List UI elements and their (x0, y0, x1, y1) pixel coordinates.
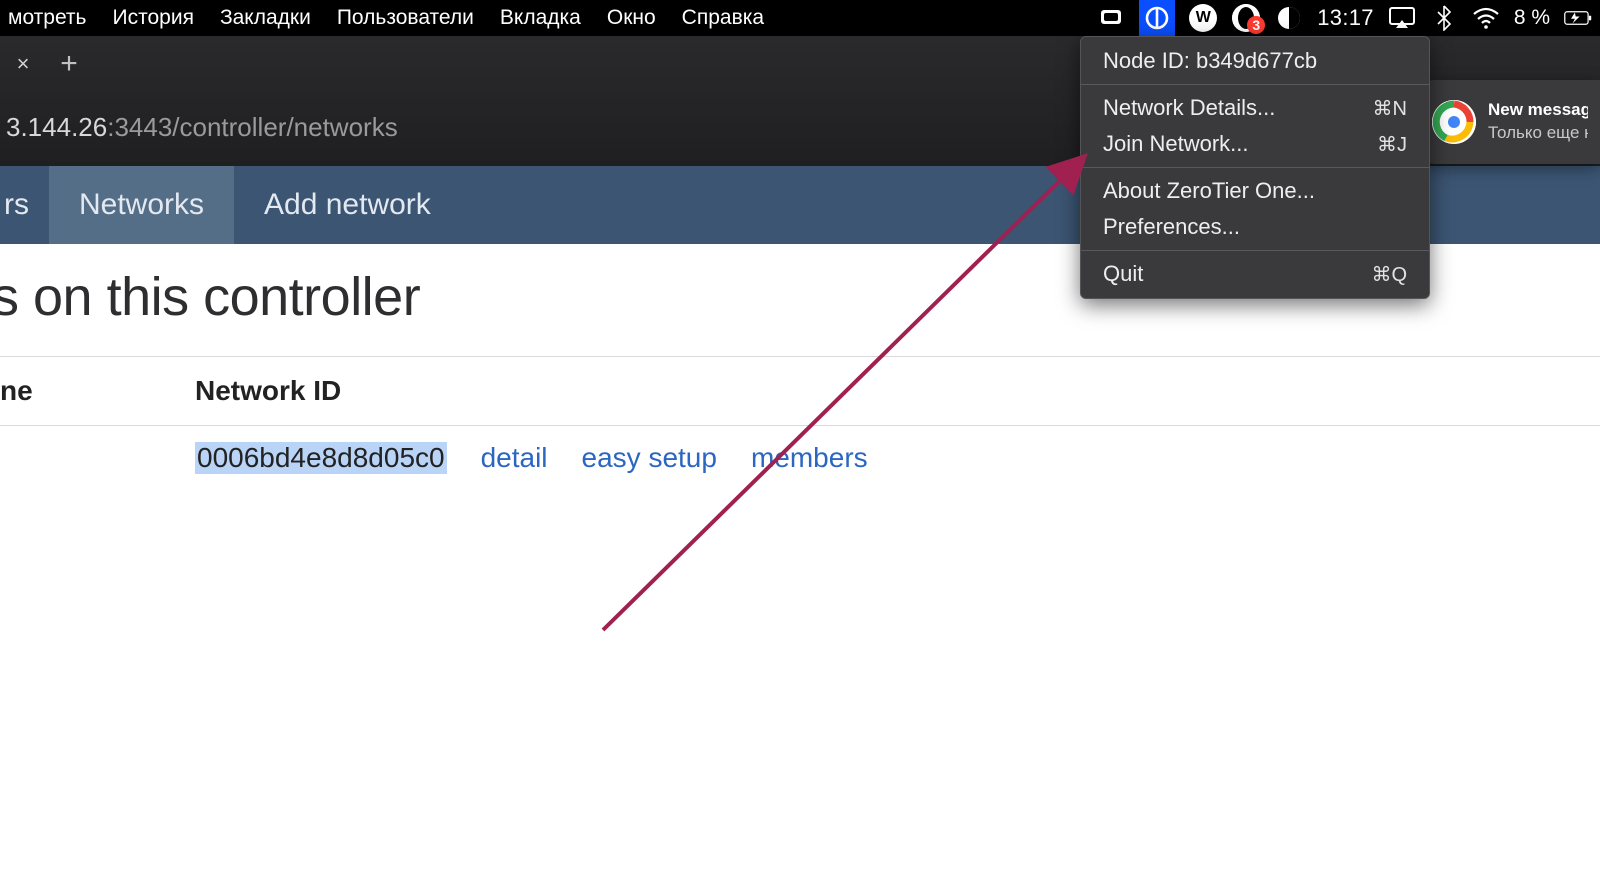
menu-view[interactable]: мотреть (8, 6, 87, 30)
menu-tab[interactable]: Вкладка (500, 6, 581, 30)
nav-tab-networks[interactable]: Networks (49, 166, 234, 244)
macos-menubar: мотреть История Закладки Пользователи Вк… (0, 0, 1600, 36)
nav-tab-add-network[interactable]: Add network (234, 166, 461, 244)
menu-quit[interactable]: Quit ⌘Q (1081, 256, 1429, 292)
menu-network-details[interactable]: Network Details... ⌘N (1081, 90, 1429, 126)
cell-network: 0006bd4e8d8d05c0 detail easy setup membe… (195, 442, 868, 474)
node-id-value: b349d677cb (1196, 48, 1317, 73)
notification-toast[interactable]: New message Только еще нуж (1420, 80, 1600, 164)
address-text: 3.144.26:3443/controller/networks (6, 112, 398, 143)
new-tab-button[interactable]: + (54, 47, 84, 81)
menu-bookmarks[interactable]: Закладки (220, 6, 311, 30)
detail-link[interactable]: detail (481, 442, 548, 474)
menu-item-shortcut: ⌘N (1373, 96, 1407, 121)
bluetooth-icon[interactable] (1430, 4, 1458, 32)
menu-item-label: Join Network... (1103, 131, 1249, 157)
table-header: ne Network ID (0, 356, 1600, 426)
menu-preferences[interactable]: Preferences... (1081, 209, 1429, 245)
airplay-icon[interactable] (1388, 4, 1416, 32)
vk-icon[interactable]: W (1189, 4, 1217, 32)
menu-join-network[interactable]: Join Network... ⌘J (1081, 126, 1429, 162)
menubar-clock[interactable]: 13:17 (1317, 5, 1374, 31)
menu-separator (1081, 84, 1429, 85)
battery-icon[interactable] (1564, 4, 1592, 32)
menu-separator (1081, 250, 1429, 251)
menu-about[interactable]: About ZeroTier One... (1081, 173, 1429, 209)
menu-people[interactable]: Пользователи (337, 6, 474, 30)
col-header-network-id: Network ID (195, 375, 341, 407)
contrast-icon[interactable] (1275, 4, 1303, 32)
members-link[interactable]: members (751, 442, 868, 474)
menu-window[interactable]: Окно (607, 6, 656, 30)
menu-item-label: Quit (1103, 261, 1143, 287)
notification-text: New message Только еще нуж (1488, 99, 1588, 145)
easy-setup-link[interactable]: easy setup (582, 442, 717, 474)
zoom-icon[interactable] (1097, 4, 1125, 32)
menu-node-id: Node ID: b349d677cb (1081, 43, 1429, 79)
col-header-name: ne (0, 375, 195, 407)
zerotier-menubar-icon[interactable] (1139, 0, 1175, 36)
wifi-icon[interactable] (1472, 4, 1500, 32)
menubar-left: мотреть История Закладки Пользователи Вк… (8, 0, 764, 36)
battery-percent: 8 % (1514, 6, 1550, 30)
menu-separator (1081, 167, 1429, 168)
address-host: 3.144.26 (6, 112, 107, 142)
menu-item-shortcut: ⌘Q (1371, 262, 1407, 287)
menu-help[interactable]: Справка (682, 6, 764, 30)
menu-item-shortcut: ⌘J (1377, 132, 1407, 157)
table-row: 0006bd4e8d8d05c0 detail easy setup membe… (0, 426, 1600, 490)
menu-history[interactable]: История (113, 6, 194, 30)
zerotier-dropdown-menu: Node ID: b349d677cb Network Details... ⌘… (1080, 36, 1430, 299)
notification-title: New message (1488, 99, 1588, 122)
opera-icon[interactable]: 3 (1231, 4, 1261, 32)
menubar-right: W 3 13:17 8 % (1097, 0, 1592, 36)
address-path: :3443/controller/networks (107, 112, 397, 142)
notification-app-icon (1432, 100, 1476, 144)
menu-item-label: About ZeroTier One... (1103, 178, 1315, 204)
notification-badge: 3 (1247, 16, 1265, 34)
network-id-value[interactable]: 0006bd4e8d8d05c0 (195, 442, 447, 474)
nav-tab-controllers[interactable]: rs (0, 166, 49, 244)
node-id-label: Node ID: (1103, 48, 1190, 73)
tab-close-button[interactable]: × (10, 51, 36, 77)
networks-table: ne Network ID 0006bd4e8d8d05c0 detail ea… (0, 356, 1600, 490)
notification-body: Только еще нуж (1488, 122, 1588, 145)
menu-item-label: Network Details... (1103, 95, 1275, 121)
menu-item-label: Preferences... (1103, 214, 1240, 240)
